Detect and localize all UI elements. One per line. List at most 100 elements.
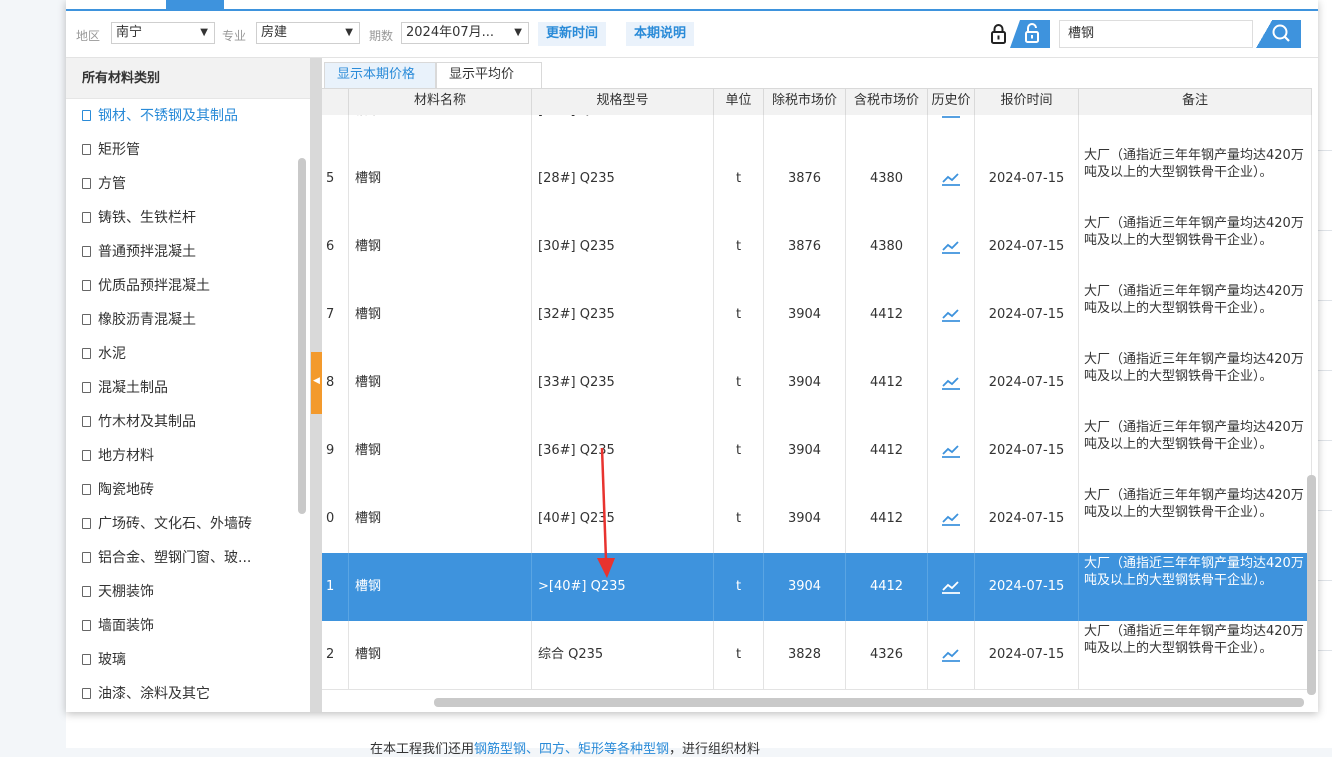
trend-chart-icon[interactable] xyxy=(941,307,961,323)
dropdown-arrow-icon: ▼ xyxy=(514,27,522,38)
sidebar-item-category[interactable]: 橡胶沥青混凝土 xyxy=(66,303,310,337)
table-row[interactable]: 5 槽钢 [28#] Q235 t 3876 4380 2024-07-15 大厂（通指近三年… xyxy=(322,145,1312,214)
dropdown-arrow-icon: ▼ xyxy=(200,27,208,38)
trend-chart-icon[interactable] xyxy=(941,579,961,595)
sidebar-scrollbar[interactable] xyxy=(298,158,306,514)
cell-material-name: 槽钢 xyxy=(349,485,532,553)
table-row[interactable]: 8 槽钢 [33#] Q235 t 3904 4412 2024-07-15 大厂（通指近三年… xyxy=(322,349,1312,418)
cell-unit: t xyxy=(714,417,764,485)
period-note-button[interactable]: 本期说明 xyxy=(626,22,695,46)
cell-history[interactable] xyxy=(928,115,975,145)
collapse-sidebar-handle[interactable]: ◀ xyxy=(311,352,322,414)
period-select[interactable]: 2024年07月... ▼ xyxy=(401,22,529,44)
header-spec: 规格型号 xyxy=(532,89,714,115)
cell-quote-date: 2024-07-15 xyxy=(975,349,1079,417)
cell-history[interactable] xyxy=(928,213,975,281)
table-row[interactable]: 7 槽钢 [32#] Q235 t 3904 4412 2024-07-15 大厂（通指近三年… xyxy=(322,281,1312,350)
cell-remark: 大厂（通指近三年年钢产量均达420万吨及以上的大型钢铁骨干企业）。 xyxy=(1079,485,1312,553)
sidebar-item-category[interactable]: 矩形管 xyxy=(66,133,310,167)
header-remark: 备注 xyxy=(1079,89,1312,115)
sidebar-item-category[interactable]: 油漆、涂料及其它 xyxy=(66,677,310,711)
sidebar-item-category[interactable]: 天棚装饰 xyxy=(66,575,310,609)
sidebar-item-category[interactable]: 玻璃 xyxy=(66,643,310,677)
region-select[interactable]: 南宁 ▼ xyxy=(111,22,215,44)
specialty-select[interactable]: 房建 ▼ xyxy=(256,22,360,44)
header-ex-tax-price: 除税市场价 xyxy=(764,89,846,115)
update-time-button[interactable]: 更新时间 xyxy=(538,22,607,46)
cell-history[interactable] xyxy=(928,145,975,213)
sidebar-item-category[interactable]: 普通预拌混凝土 xyxy=(66,235,310,269)
sidebar-item-category[interactable]: 墙面装饰 xyxy=(66,609,310,643)
cell-index: 1 xyxy=(322,553,349,621)
search-icon xyxy=(1272,24,1290,42)
trend-chart-icon[interactable] xyxy=(941,171,961,187)
sidebar-item-category[interactable]: 铸铁、生铁栏杆 xyxy=(66,201,310,235)
sidebar-item-category[interactable]: 铝合金、塑钢门窗、玻... xyxy=(66,541,310,575)
trend-chart-icon[interactable] xyxy=(941,443,961,459)
table-row[interactable]: 6 槽钢 [30#] Q235 t 3876 4380 2024-07-15 大厂（通指近三年… xyxy=(322,213,1312,282)
sidebar-item-category[interactable]: 竹木材及其制品 xyxy=(66,405,310,439)
table-horizontal-scrollbar[interactable] xyxy=(434,698,1304,707)
cell-unit: t xyxy=(714,621,764,689)
sidebar-item-label: 地方材料 xyxy=(98,448,154,464)
popup-top-tabbar xyxy=(66,0,1318,11)
cell-spec: [30#] Q235 xyxy=(532,213,714,281)
cell-history[interactable] xyxy=(928,417,975,485)
body-text-prefix: 在本工程我们还用 xyxy=(370,742,475,757)
cell-index: 6 xyxy=(322,213,349,281)
cell-index: 5 xyxy=(322,145,349,213)
cell-in-tax-price: 4412 xyxy=(846,417,928,485)
sidebar-item-label: 竹木材及其制品 xyxy=(98,414,196,430)
document-icon xyxy=(82,382,91,393)
table-row[interactable]: 0 槽钢 [40#] Q235 t 3904 4412 2024-07-15 大厂（通指近三年… xyxy=(322,485,1312,554)
sidebar-item-category[interactable]: 水泥 xyxy=(66,337,310,371)
trend-chart-icon[interactable] xyxy=(941,239,961,255)
cell-material-name: 槽钢 xyxy=(349,213,532,281)
sidebar-item-category[interactable]: 方管 xyxy=(66,167,310,201)
table-row[interactable]: 4槽钢[27#] Q235t38764380 2024-07-15大厂（通指近三年… xyxy=(322,115,1312,146)
search-button[interactable] xyxy=(1253,20,1301,48)
table-vertical-scrollbar[interactable] xyxy=(1307,475,1316,695)
cell-in-tax-price: 4412 xyxy=(846,349,928,417)
cell-spec: >[40#] Q235 xyxy=(532,553,714,621)
search-input[interactable]: 槽钢 xyxy=(1059,20,1253,48)
trend-chart-icon[interactable] xyxy=(941,647,961,663)
lock-closed-icon[interactable] xyxy=(984,20,1012,48)
table-row[interactable]: 2 槽钢 综合 Q235 t 3828 4326 2024-07-15 大厂（通指近三年年钢产… xyxy=(322,621,1312,690)
cell-ex-tax-price: 3876 xyxy=(764,145,846,213)
header-unit: 单位 xyxy=(714,89,764,115)
cell-history[interactable] xyxy=(928,553,975,621)
sidebar-item-category[interactable]: 钢材、不锈钢及其制品 xyxy=(66,99,310,133)
trend-chart-icon[interactable] xyxy=(941,375,961,391)
sidebar-item-label: 铸铁、生铁栏杆 xyxy=(98,210,196,226)
active-top-tab[interactable] xyxy=(166,0,224,9)
cell-ex-tax-price: 3904 xyxy=(764,553,846,621)
sidebar-item-category[interactable]: 广场砖、文化石、外墙砖 xyxy=(66,507,310,541)
body-text-link[interactable]: 钢筋型钢、四方、矩形等各种型钢 xyxy=(474,742,669,757)
cell-unit: t xyxy=(714,213,764,281)
cell-in-tax-price: 4380 xyxy=(846,145,928,213)
collapse-arrow-icon: ◀ xyxy=(313,376,320,386)
cell-in-tax-price: 4412 xyxy=(846,485,928,553)
cell-material-name: 槽钢 xyxy=(349,417,532,485)
table-row[interactable]: 9 槽钢 [36#] Q235 t 3904 4412 2024-07-15 大厂（通指近三年… xyxy=(322,417,1312,486)
tab-average-price[interactable]: 显示平均价 xyxy=(436,62,542,88)
cell-unit: t xyxy=(714,281,764,349)
trend-chart-icon[interactable] xyxy=(941,511,961,527)
sidebar-item-category[interactable]: 优质品预拌混凝土 xyxy=(66,269,310,303)
sidebar-item-category[interactable]: 地方材料 xyxy=(66,439,310,473)
lock-open-icon[interactable] xyxy=(1010,20,1050,48)
cell-history[interactable] xyxy=(928,485,975,553)
cell-history[interactable] xyxy=(928,281,975,349)
cell-history[interactable] xyxy=(928,621,975,689)
sidebar-item-category[interactable]: 陶瓷地砖 xyxy=(66,473,310,507)
sidebar-item-category[interactable]: 混凝土制品 xyxy=(66,371,310,405)
cell-history[interactable] xyxy=(928,349,975,417)
tab-current-price[interactable]: 显示本期价格 xyxy=(324,62,436,88)
cell-index: 9 xyxy=(322,417,349,485)
table-row[interactable]: 1 槽钢 >[40#] Q235 t 3904 4412 2024-07-15 大厂（通指近三… xyxy=(322,553,1312,622)
cell-remark: 大厂（通指近三年年钢产量均达420万吨及以上的大型钢铁骨干企业）。 xyxy=(1079,553,1312,621)
sidebar-item-label: 墙面装饰 xyxy=(98,618,154,634)
trend-chart-icon[interactable] xyxy=(941,115,961,119)
sidebar-item-label: 普通预拌混凝土 xyxy=(98,244,196,260)
